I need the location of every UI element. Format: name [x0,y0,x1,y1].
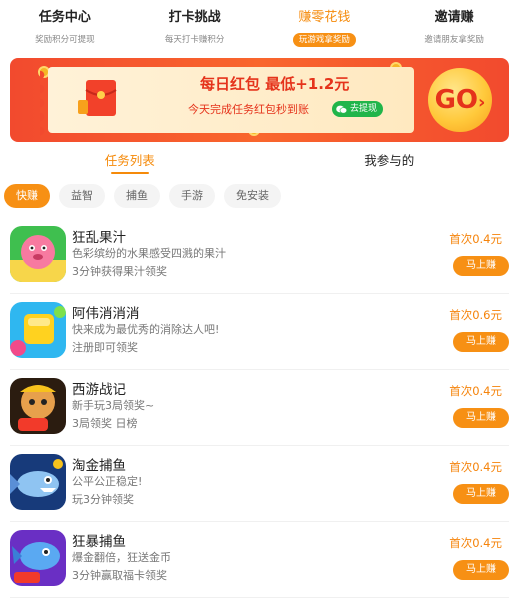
banner-subtitle: 今天完成任务红包秒到账 [188,103,309,116]
game-icon-rage-fishing [10,530,66,586]
earn-now-button[interactable]: 马上赚 [453,560,509,580]
list-item[interactable]: 狂乱果汁 色彩缤纷的水果感受四溅的果汁 3分钟获得果汁领奖 首次0.4元 马上赚 [10,218,509,294]
tab-subtitle: 奖励积分可提现 [35,35,95,45]
arrow-icon: › [478,92,486,113]
list-item[interactable]: 阿伟消消消 快来成为最优秀的消除达人吧! 注册即可领奖 首次0.6元 马上赚 [10,294,509,370]
section-tabs: 任务列表 我参与的 [0,146,519,178]
game-icon-match [10,302,66,358]
game-task: 3局领奖 日榜 [72,417,138,430]
go-button[interactable]: GO› [428,68,492,132]
game-name: 西游战记 [72,382,126,398]
banner-title: 每日红包 最低+1.2元 [200,75,350,93]
game-name: 狂暴捕鱼 [72,534,126,550]
tab-label: 任务列表 [104,153,155,168]
game-description: 色彩缤纷的水果感受四溅的果汁 [72,247,226,260]
tab-label: 我参与的 [364,153,415,168]
tab-title: 邀请赚 [434,10,474,25]
game-icon-journey-west [10,378,66,434]
list-item[interactable]: 淘金捕鱼 公平公正稳定! 玩3分钟领奖 首次0.4元 马上赚 [10,446,509,522]
tab-title: 打卡挑战 [168,10,221,25]
tab-subtitle: 玩游戏拿奖励 [292,33,356,47]
game-task: 3分钟赢取福卡领奖 [72,569,167,582]
game-task: 3分钟获得果汁领奖 [72,265,167,278]
withdraw-label: 去提现 [350,104,378,114]
filter-quick-earn[interactable]: 快赚 [4,184,50,208]
list-item[interactable]: 西游战记 新手玩3局领奖~ 3局领奖 日榜 首次0.4元 马上赚 [10,370,509,446]
go-label: GO [434,85,479,115]
top-nav: 任务中心 奖励积分可提现 打卡挑战 每天打卡赚积分 赚零花钱 玩游戏拿奖励 邀请… [0,0,519,52]
filter-fishing[interactable]: 捕鱼 [114,184,160,208]
game-name: 阿伟消消消 [72,306,140,322]
reward-price: 首次0.4元 [449,536,502,550]
filter-puzzle[interactable]: 益智 [59,184,105,208]
tab-title: 赚零花钱 [298,10,351,25]
active-indicator [110,172,149,174]
reward-price: 首次0.4元 [449,384,502,398]
tab-invite-earn[interactable]: 邀请赚 邀请朋友拿奖励 [389,0,519,52]
reward-price: 首次0.4元 [449,232,502,246]
tab-task-list[interactable]: 任务列表 [0,146,260,178]
game-description: 快来成为最优秀的消除达人吧! [72,323,220,336]
reward-price: 首次0.6元 [449,308,502,322]
filter-no-install[interactable]: 免安装 [224,184,281,208]
tab-task-center[interactable]: 任务中心 奖励积分可提现 [0,0,130,52]
wechat-icon [336,105,347,113]
earn-now-button[interactable]: 马上赚 [453,332,509,352]
tab-earn-pocket-money[interactable]: 赚零花钱 玩游戏拿奖励 [260,0,390,52]
game-list: 狂乱果汁 色彩缤纷的水果感受四溅的果汁 3分钟获得果汁领奖 首次0.4元 马上赚… [0,218,519,598]
earn-now-button[interactable]: 马上赚 [453,484,509,504]
tab-checkin-challenge[interactable]: 打卡挑战 每天打卡赚积分 [130,0,260,52]
game-task: 注册即可领奖 [72,341,138,354]
tab-subtitle: 邀请朋友拿奖励 [424,35,484,45]
game-description: 公平公正稳定! [72,475,143,488]
game-name: 淘金捕鱼 [72,458,126,474]
tab-title: 任务中心 [38,10,91,25]
game-icon-gold-fishing [10,454,66,510]
filter-mobile-games[interactable]: 手游 [169,184,215,208]
list-item[interactable]: 狂暴捕鱼 爆金翻倍，狂送金币 3分钟赢取福卡领奖 首次0.4元 马上赚 [10,522,509,598]
earn-now-button[interactable]: 马上赚 [453,256,509,276]
game-name: 狂乱果汁 [72,230,126,246]
game-task: 玩3分钟领奖 [72,493,134,506]
tab-my-participation[interactable]: 我参与的 [260,146,519,178]
game-icon-juice [10,226,66,282]
red-envelope-icon [78,80,117,116]
tab-subtitle: 每天打卡赚积分 [164,35,225,45]
earn-now-button[interactable]: 马上赚 [453,408,509,428]
filter-chips: 快赚 益智 捕鱼 手游 免安装 [4,184,281,208]
daily-red-packet-banner[interactable]: 每日红包 最低+1.2元 今天完成任务红包秒到账 去提现 GO› [10,58,509,142]
game-description: 爆金翻倍，狂送金币 [72,551,171,564]
withdraw-button[interactable]: 去提现 [332,101,384,117]
game-description: 新手玩3局领奖~ [72,399,155,412]
reward-price: 首次0.4元 [449,460,502,474]
ticket-notch [40,67,56,142]
